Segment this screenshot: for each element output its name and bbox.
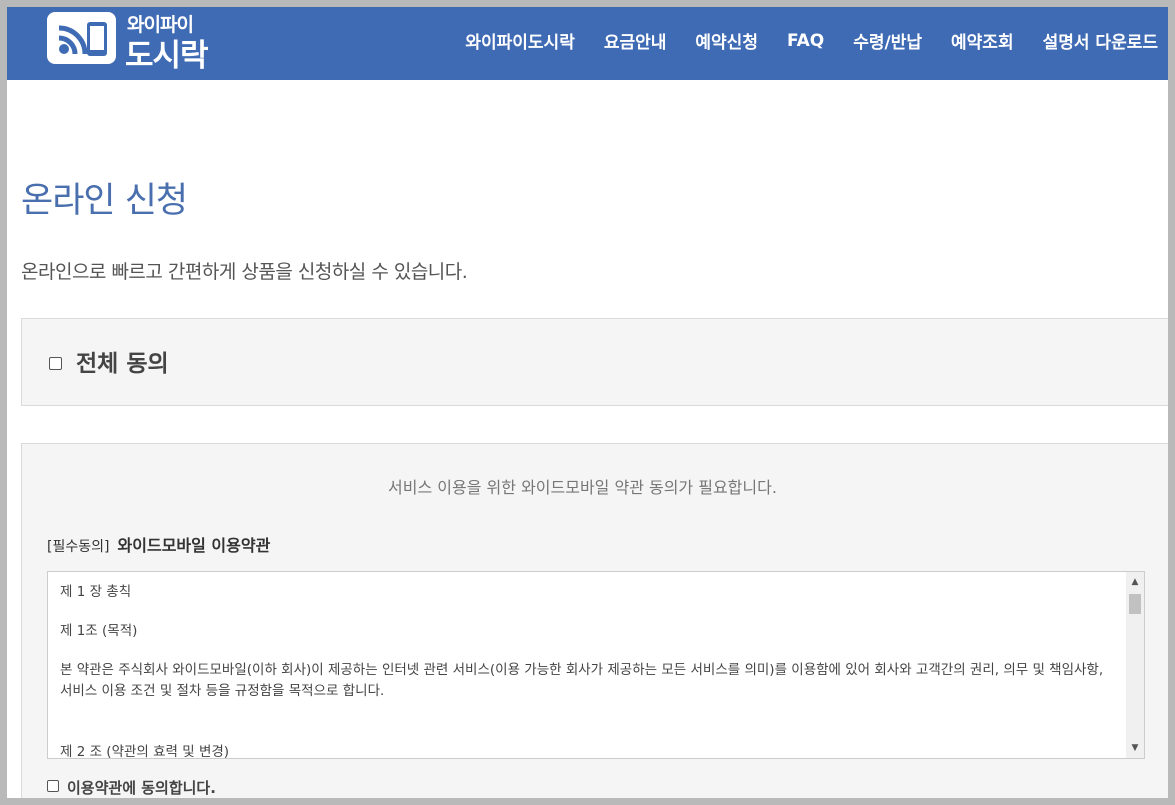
terms-panel: 서비스 이용을 위한 와이드모바일 약관 동의가 필요합니다. [필수동의] 와… <box>21 443 1168 798</box>
terms-paragraph: 제 1조 (목적) <box>60 623 138 639</box>
agree-all-checkbox[interactable] <box>49 357 62 370</box>
terms-paragraph: 제 2 조 (약관의 효력 및 변경) <box>60 744 230 759</box>
agree-terms-checkbox[interactable] <box>47 780 59 792</box>
browser-viewport: 와이파이 도시락 와이파이도시락 요금안내 예약신청 FAQ 수령/반납 예약조… <box>7 7 1168 798</box>
scroll-thumb[interactable] <box>1129 594 1141 614</box>
terms-title: 와이드모바일 이용약관 <box>117 536 271 555</box>
main-nav: 와이파이도시락 요금안내 예약신청 FAQ 수령/반납 예약조회 설명서 다운로… <box>436 7 1158 74</box>
terms-content: 제 1 장 총칙 제 1조 (목적) 본 약관은 주식회사 와이드모바일(이하 … <box>60 582 1108 759</box>
scroll-down-arrow-icon[interactable]: ▼ <box>1126 740 1144 756</box>
wifi-logo-icon <box>47 12 116 64</box>
agree-all-section: 전체 동의 <box>21 318 1168 406</box>
agree-terms-label[interactable]: 이용약관에 동의합니다. <box>67 777 216 798</box>
nav-item-wifi-dosirak[interactable]: 와이파이도시락 <box>465 28 574 53</box>
terms-paragraph: 본 약관은 주식회사 와이드모바일(이하 회사)이 제공하는 인터넷 관련 서비… <box>60 662 1104 699</box>
nav-item-pickup-return[interactable]: 수령/반납 <box>853 28 922 53</box>
logo-text-bottom: 도시락 <box>125 38 209 74</box>
page-subtitle: 온라인으로 빠르고 간편하게 상품을 신청하실 수 있습니다. <box>21 261 468 283</box>
terms-heading: [필수동의] 와이드모바일 이용약관 <box>47 532 270 556</box>
required-tag: [필수동의] <box>47 539 110 555</box>
nav-item-faq[interactable]: FAQ <box>787 31 824 51</box>
site-header: 와이파이 도시락 와이파이도시락 요금안내 예약신청 FAQ 수령/반납 예약조… <box>7 7 1168 80</box>
nav-item-reservation[interactable]: 예약신청 <box>695 28 758 53</box>
page-title: 온라인 신청 <box>21 181 188 221</box>
nav-item-manual-download[interactable]: 설명서 다운로드 <box>1043 28 1158 53</box>
nav-item-reservation-lookup[interactable]: 예약조회 <box>951 28 1014 53</box>
nav-item-pricing[interactable]: 요금안내 <box>604 28 667 53</box>
scroll-up-arrow-icon[interactable]: ▲ <box>1126 574 1144 590</box>
terms-textarea[interactable]: 제 1 장 총칙 제 1조 (목적) 본 약관은 주식회사 와이드모바일(이하 … <box>47 571 1145 759</box>
agree-all-label[interactable]: 전체 동의 <box>76 344 169 378</box>
terms-paragraph: 제 1 장 총칙 <box>60 584 132 600</box>
terms-scrollbar[interactable]: ▲ ▼ <box>1126 572 1144 758</box>
terms-notice: 서비스 이용을 위한 와이드모바일 약관 동의가 필요합니다. <box>388 478 777 497</box>
